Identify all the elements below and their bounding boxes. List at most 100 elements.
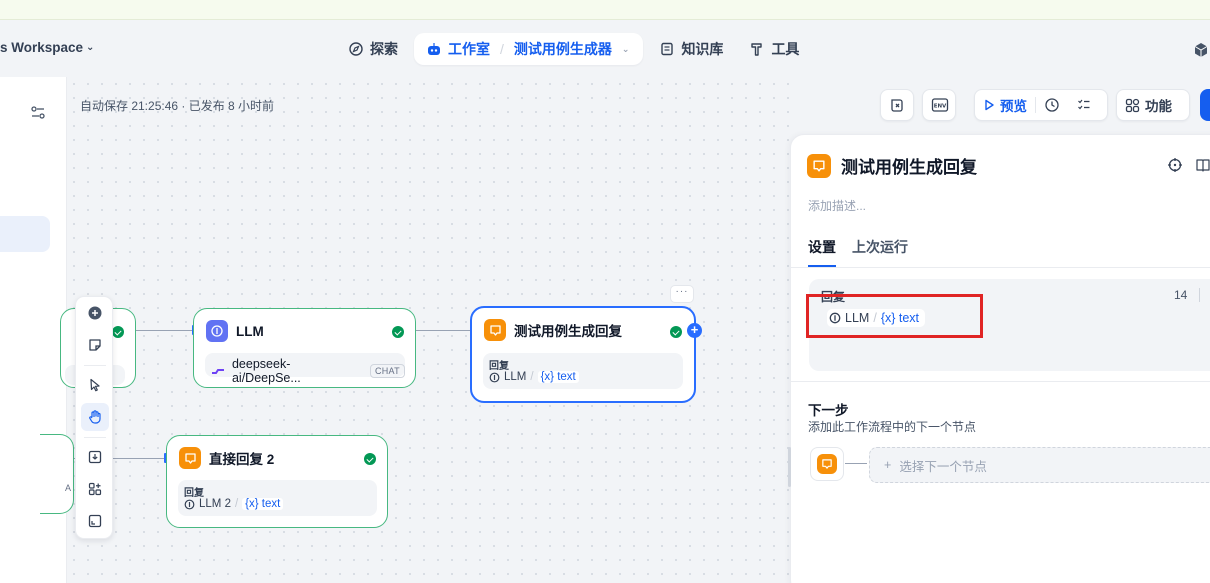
next-step-title: 下一步 (808, 403, 849, 418)
preview-group: 预览 (974, 89, 1108, 121)
run-history-button[interactable] (1036, 90, 1068, 120)
var-source: LLM 2 (199, 498, 231, 510)
crosshair-icon[interactable] (1167, 157, 1183, 176)
next-step-connector (845, 463, 867, 464)
llm-icon (206, 320, 228, 342)
top-banner (0, 0, 1210, 20)
history-button[interactable] (880, 89, 914, 121)
panel-title-text[interactable]: 测试用例生成回复 (841, 153, 977, 178)
tab-settings[interactable]: 设置 (808, 237, 836, 257)
book-icon (659, 41, 675, 57)
breadcrumb-separator: / (500, 41, 504, 57)
book-open-icon[interactable] (1195, 157, 1210, 176)
llm-node-label: LLM (236, 323, 264, 339)
reply2-node-label: 直接回复 2 (209, 452, 275, 467)
nav-tools-label: 工具 (771, 41, 800, 57)
workspace-name: s Workspace (0, 40, 84, 55)
reply-icon (179, 447, 201, 469)
next-step-description: 添加此工作流程中的下一个节点 (808, 420, 977, 434)
node-settings-panel: 测试用例生成回复 添加描述... 设置 上次运行 回复 14 LLM / {x}… (788, 134, 1210, 583)
tab-last-run[interactable]: 上次运行 (852, 237, 908, 257)
add-node-button[interactable] (81, 299, 109, 327)
chevron-down-icon[interactable]: ⌄ (622, 44, 630, 55)
chevron-down-icon: ⌄ (86, 42, 95, 53)
edge-llm-reply (416, 330, 470, 331)
highlight-box (806, 294, 983, 338)
fit-view-button[interactable] (81, 507, 109, 535)
success-check-icon (364, 453, 376, 465)
nav-explore[interactable]: 探索 (338, 33, 408, 65)
workspace-switcher[interactable]: s Workspace ⌄ (0, 40, 94, 55)
main-nav: 探索 工作室 / 测试用例生成器 ⌄ 知识库 工具 (338, 33, 809, 65)
features-button[interactable]: 功能 (1116, 89, 1190, 121)
checklist-button[interactable] (1068, 90, 1100, 120)
robot-icon (426, 41, 442, 57)
cube-icon[interactable] (1192, 41, 1210, 59)
panel-divider (791, 267, 1210, 268)
maximize-icon (88, 514, 102, 528)
panel-resize-handle[interactable] (788, 447, 791, 487)
preview-button[interactable]: 预览 (975, 90, 1035, 120)
description-input[interactable]: 添加描述... (808, 197, 866, 214)
compass-icon (348, 41, 364, 57)
panel-tabs: 设置 上次运行 (808, 237, 908, 257)
reply-icon (484, 319, 506, 341)
hand-icon (89, 410, 101, 424)
nav-studio-label: 工作室 (448, 41, 490, 57)
features-inner: 功能 (1117, 90, 1180, 120)
more-options-button[interactable]: ··· (670, 285, 694, 303)
canvas-tools (75, 296, 113, 539)
nav-knowledge[interactable]: 知识库 (649, 33, 733, 65)
variable-reference: LLM 2 / {x} text (184, 498, 284, 510)
features-label: 功能 (1145, 99, 1172, 114)
nav-studio[interactable]: 工作室 / 测试用例生成器 ⌄ (414, 33, 644, 65)
nav-explore-label: 探索 (370, 41, 398, 57)
sidebar-selected-item[interactable] (0, 216, 50, 252)
organize-button[interactable] (81, 475, 109, 503)
hand-tool[interactable] (81, 403, 109, 431)
panel-title: 测试用例生成回复 (807, 153, 977, 178)
env-label: ENV (934, 104, 947, 110)
clock-icon (1045, 98, 1059, 112)
var-name: {x} text (242, 498, 284, 510)
var-separator: / (234, 498, 239, 510)
llm-small-icon (489, 372, 500, 382)
model-selector[interactable]: deepseek-ai/DeepSe... CHAT (205, 353, 405, 385)
env-button[interactable]: ENV (922, 89, 956, 121)
cursor-icon (90, 378, 100, 392)
pointer-tool[interactable] (81, 371, 109, 399)
checklist-icon (1078, 99, 1090, 110)
reply2-field: 回复 LLM 2 / {x} text (178, 480, 377, 516)
reply2-node[interactable]: 直接回复 2 回复 LLM 2 / {x} text (166, 435, 388, 528)
current-node-chip (810, 447, 844, 481)
app-name-breadcrumb[interactable]: 测试用例生成器 (514, 39, 612, 59)
layout-grid-icon (88, 482, 102, 496)
partial-node[interactable]: A (40, 434, 74, 514)
success-check-icon (392, 326, 404, 338)
sliders-icon[interactable] (30, 105, 46, 121)
top-nav-bar: s Workspace ⌄ 探索 工作室 / 测试用例生成器 ⌄ 知识库 工具 (0, 21, 1210, 77)
env-icon: ENV (923, 90, 957, 120)
var-separator: / (530, 371, 534, 383)
variable-reference: LLM / {x} text (489, 371, 579, 383)
llm-node[interactable]: LLM deepseek-ai/DeepSe... CHAT (193, 308, 416, 388)
plus-circle-icon (88, 306, 102, 320)
var-name: {x} text (537, 371, 579, 383)
partial-badge: A (65, 483, 72, 493)
nav-knowledge-label: 知识库 (681, 41, 724, 57)
reply-node[interactable]: 测试用例生成回复 回复 LLM / {x} text (470, 306, 696, 403)
nav-tools[interactable]: 工具 (739, 33, 809, 65)
add-note-button[interactable] (81, 331, 109, 359)
edge-start-llm (134, 330, 192, 331)
reply-node-label: 测试用例生成回复 (514, 324, 622, 339)
add-next-node-button[interactable]: + (687, 323, 702, 338)
publish-button[interactable] (1200, 89, 1210, 121)
reply-field-label: 回复 (489, 361, 509, 372)
select-next-node-button[interactable]: + 选择下一个节点 (869, 447, 1210, 483)
tools-divider (84, 437, 106, 438)
success-check-icon (670, 326, 682, 338)
history-icon (881, 90, 913, 120)
image-export-icon (88, 450, 102, 464)
export-image-button[interactable] (81, 443, 109, 471)
llm-small-icon (184, 499, 195, 509)
